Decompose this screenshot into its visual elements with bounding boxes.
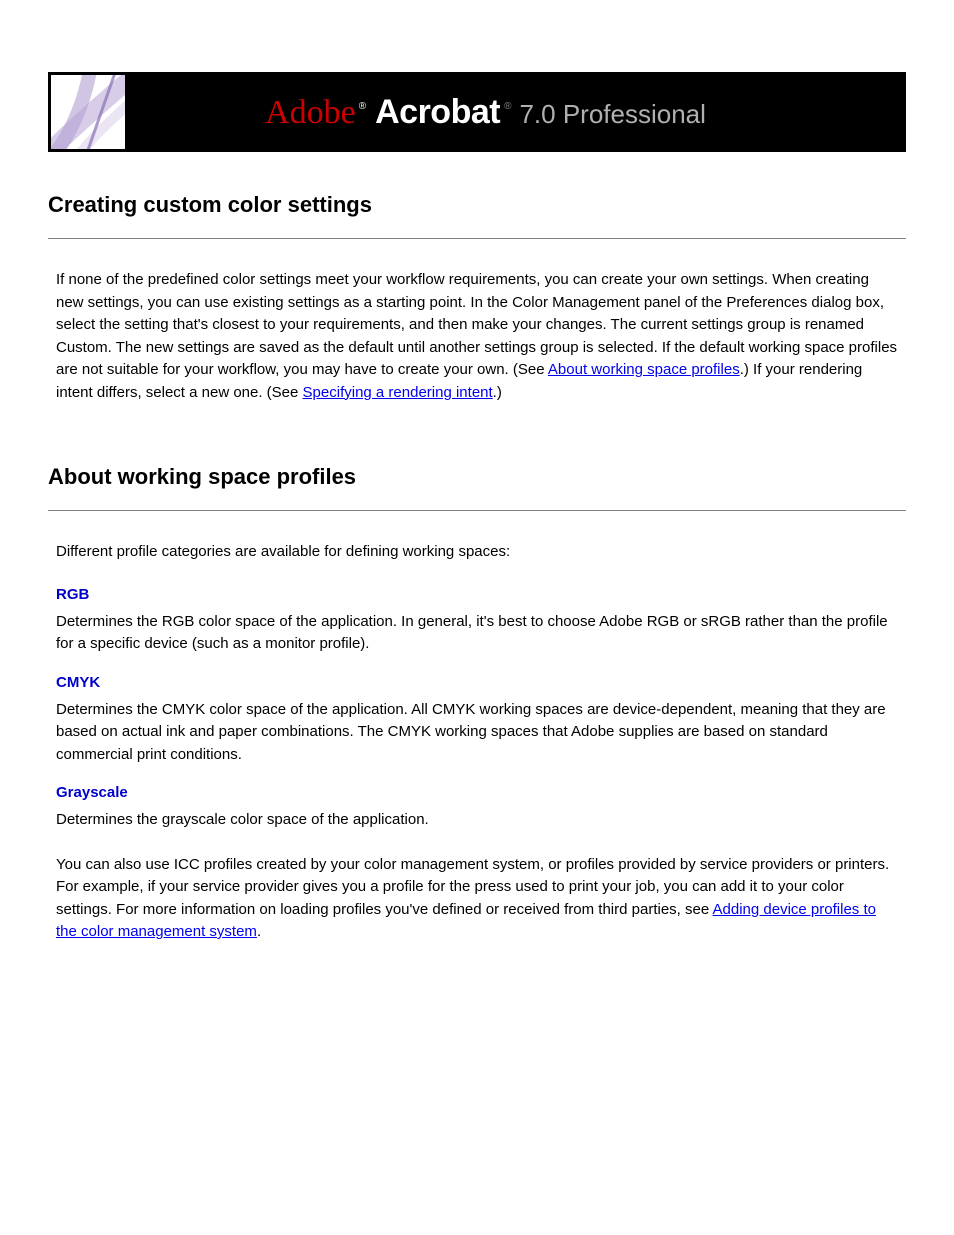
subsection-title-rgb: RGB bbox=[56, 586, 898, 603]
section1-text-part3: .) bbox=[493, 384, 502, 401]
subsections-container: RGB Determines the RGB color space of th… bbox=[48, 586, 906, 832]
subsection-text-cmyk: Determines the CMYK color space of the a… bbox=[56, 699, 898, 767]
divider-1 bbox=[48, 238, 906, 239]
subsection-text-rgb: Determines the RGB color space of the ap… bbox=[56, 611, 898, 656]
acrobat-logo-icon bbox=[51, 75, 125, 149]
content-area: Creating custom color settings If none o… bbox=[48, 152, 906, 944]
header-bar: Adobe® Acrobat® 7.0 Professional bbox=[48, 72, 906, 152]
brand-text: Adobe® Acrobat® 7.0 Professional bbox=[125, 93, 906, 132]
section-title-2: About working space profiles bbox=[48, 464, 906, 490]
registered-mark-1: ® bbox=[359, 101, 366, 112]
section1-body: If none of the predefined color settings… bbox=[48, 269, 906, 404]
link-rendering-intent[interactable]: Specifying a rendering intent bbox=[303, 384, 493, 401]
subsection-title-grayscale: Grayscale bbox=[56, 784, 898, 801]
registered-mark-2: ® bbox=[504, 101, 511, 112]
section2-intro: Different profile categories are availab… bbox=[48, 541, 906, 564]
section2-intro-text: Different profile categories are availab… bbox=[56, 541, 898, 564]
subsection-grayscale: Grayscale Determines the grayscale color… bbox=[56, 784, 898, 832]
subsection-cmyk: CMYK Determines the CMYK color space of … bbox=[56, 674, 898, 767]
brand-adobe: Adobe bbox=[265, 94, 356, 132]
section-creating-custom: Creating custom color settings If none o… bbox=[48, 192, 906, 404]
brand-version: 7.0 Professional bbox=[519, 99, 705, 130]
link-working-space-profiles[interactable]: About working space profiles bbox=[548, 361, 740, 378]
section2-outro: You can also use ICC profiles created by… bbox=[48, 854, 906, 944]
section-working-space: About working space profiles Different p… bbox=[48, 464, 906, 944]
subsection-text-grayscale: Determines the grayscale color space of … bbox=[56, 809, 898, 832]
divider-2 bbox=[48, 510, 906, 511]
page-wrapper: Adobe® Acrobat® 7.0 Professional Creatin… bbox=[0, 0, 954, 1044]
acrobat-swoosh-icon bbox=[51, 75, 125, 149]
section2-outro-part2: . bbox=[257, 923, 261, 940]
section-title-1: Creating custom color settings bbox=[48, 192, 906, 218]
subsection-rgb: RGB Determines the RGB color space of th… bbox=[56, 586, 898, 656]
subsection-title-cmyk: CMYK bbox=[56, 674, 898, 691]
brand-acrobat: Acrobat bbox=[375, 93, 500, 132]
